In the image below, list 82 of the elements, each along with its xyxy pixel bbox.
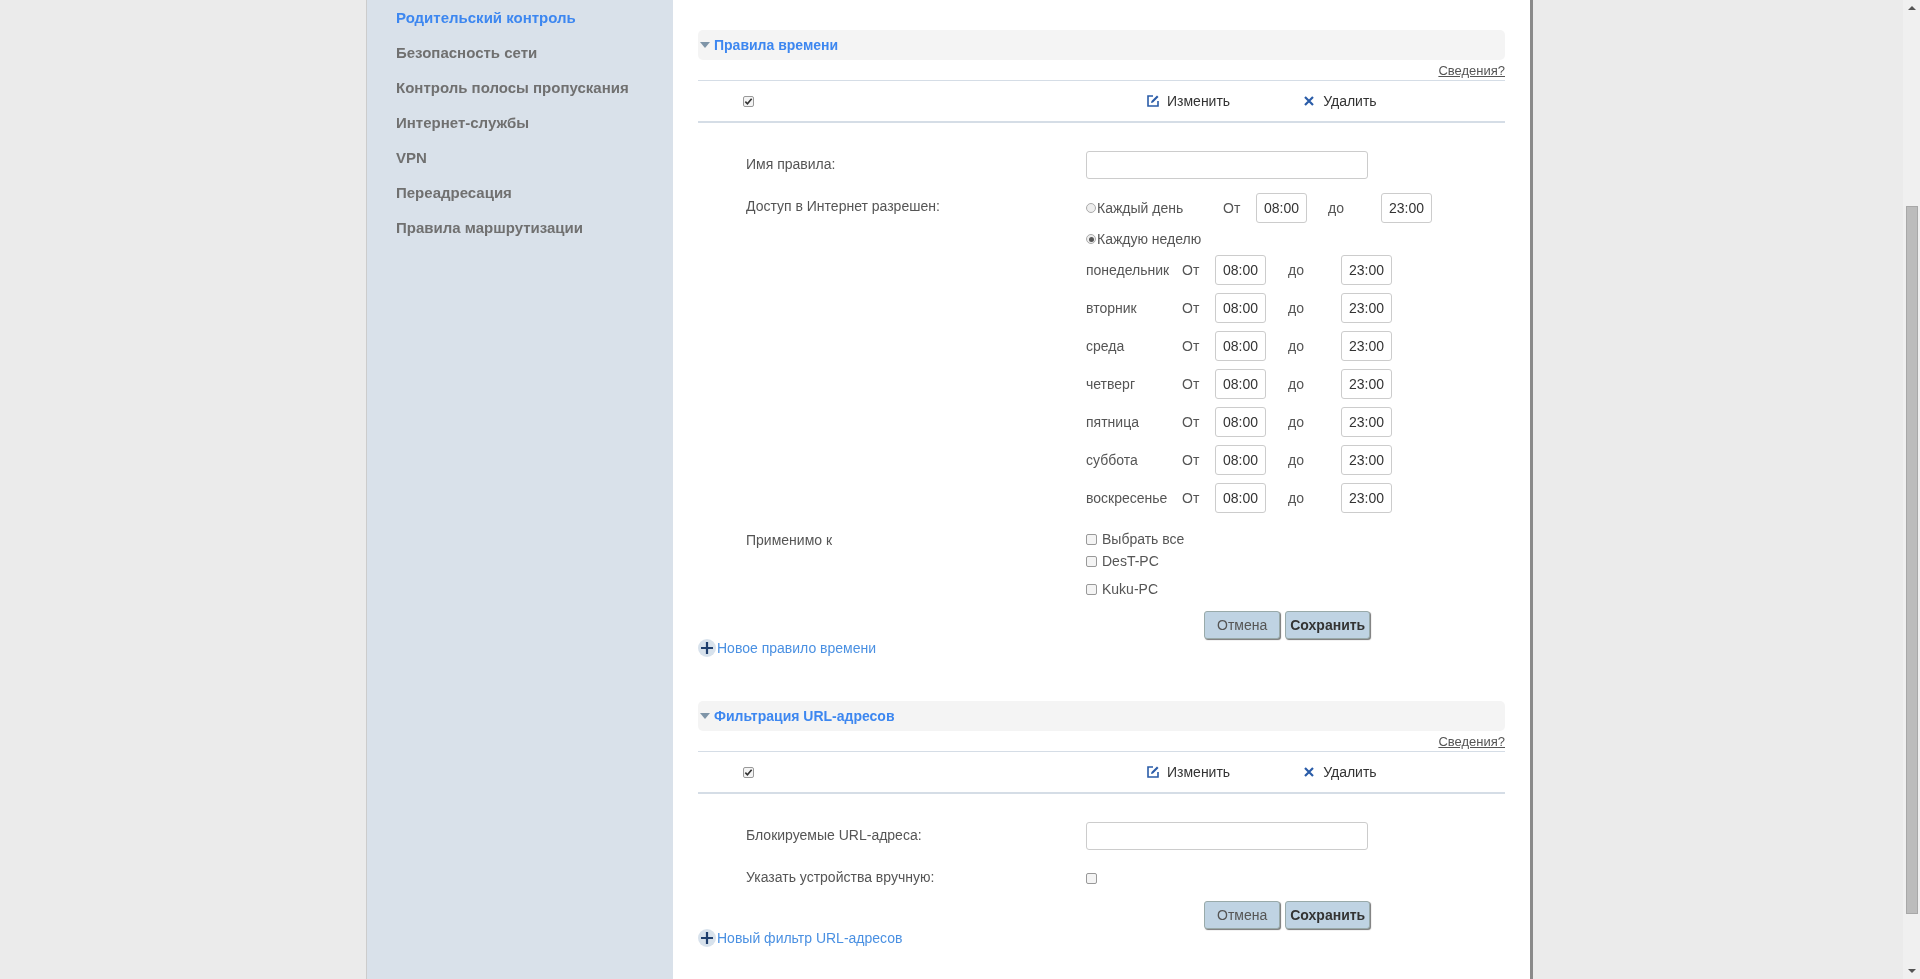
- time-field[interactable]: 08:00: [1215, 293, 1266, 323]
- sidebar-item[interactable]: Правила маршрутизации: [396, 216, 583, 239]
- to-label: до: [1288, 490, 1305, 506]
- time-field[interactable]: 23:00: [1341, 369, 1392, 399]
- time-field[interactable]: 23:00: [1341, 293, 1392, 323]
- checkbox[interactable]: [1086, 555, 1097, 567]
- time-field[interactable]: 23:00: [1341, 407, 1392, 437]
- time-field[interactable]: 08:00: [1215, 445, 1266, 475]
- info-link[interactable]: Сведения?: [1438, 734, 1505, 749]
- from-label: От: [1182, 376, 1201, 392]
- day-label: среда: [1086, 338, 1126, 354]
- time-field[interactable]: 08:00: [1215, 255, 1266, 285]
- time-field[interactable]: 23:00: [1341, 331, 1392, 361]
- field-label: Доступ в Интернет разрешен:: [746, 197, 941, 216]
- checkbox[interactable]: [1086, 873, 1097, 884]
- from-label: От: [1182, 414, 1201, 430]
- sidebar-item[interactable]: Безопасность сети: [396, 41, 538, 64]
- to-label: до: [1288, 300, 1305, 316]
- time-field[interactable]: 23:00: [1381, 193, 1432, 223]
- sidebar-item[interactable]: Контроль полосы пропускания: [396, 76, 629, 99]
- delete-button[interactable]: Удалить: [1302, 93, 1377, 109]
- select-all-checkbox[interactable]: [743, 96, 754, 107]
- checkbox-label: Kuku-PC: [1102, 581, 1159, 597]
- select-all-checkbox[interactable]: [743, 767, 754, 778]
- from-label: От: [1182, 262, 1201, 278]
- text-field[interactable]: [1086, 822, 1368, 850]
- checkbox[interactable]: [1086, 533, 1097, 545]
- field-label: Указать устройства вручную:: [746, 868, 936, 887]
- radio-button[interactable]: [1086, 203, 1096, 213]
- edit-button[interactable]: Изменить: [1146, 764, 1231, 780]
- time-field[interactable]: 23:00: [1341, 255, 1392, 285]
- day-label: понедельник: [1086, 262, 1171, 278]
- to-label: до: [1288, 262, 1305, 278]
- cancel-button[interactable]: Отмена: [1204, 901, 1281, 929]
- plus-icon: [698, 639, 716, 657]
- field-label: Применимо к: [746, 531, 834, 550]
- cancel-button[interactable]: Отмена: [1204, 611, 1281, 639]
- from-label: От: [1182, 452, 1201, 468]
- close-icon: [1302, 94, 1317, 108]
- save-button[interactable]: Сохранить: [1285, 901, 1371, 929]
- to-label: до: [1288, 338, 1305, 354]
- checkbox-label: DesT-PC: [1102, 553, 1159, 569]
- field-label: Имя правила:: [746, 155, 837, 174]
- day-label: пятница: [1086, 414, 1140, 430]
- radio-label: Каждый день: [1097, 200, 1184, 216]
- time-field[interactable]: 08:00: [1215, 483, 1266, 513]
- sidebar-item[interactable]: Переадресация: [396, 181, 512, 204]
- time-field[interactable]: 23:00: [1341, 445, 1392, 475]
- scrollbar[interactable]: [1903, 0, 1920, 979]
- sidebar-item[interactable]: Интернет-службы: [396, 111, 530, 134]
- save-button[interactable]: Сохранить: [1285, 611, 1371, 639]
- time-field[interactable]: 08:00: [1215, 331, 1266, 361]
- delete-button[interactable]: Удалить: [1302, 764, 1377, 780]
- edit-button[interactable]: Изменить: [1146, 93, 1231, 109]
- checkbox[interactable]: [1086, 583, 1097, 595]
- time-field[interactable]: 23:00: [1341, 483, 1392, 513]
- to-label: до: [1288, 452, 1305, 468]
- text-field[interactable]: [1086, 151, 1368, 179]
- radio-button[interactable]: [1086, 234, 1096, 244]
- field-label: Блокируемые URL-адреса:: [746, 826, 923, 845]
- edit-icon: [1146, 765, 1160, 779]
- from-label: От: [1223, 200, 1242, 216]
- plus-icon: [698, 929, 716, 947]
- checkbox-label: Выбрать все: [1102, 531, 1185, 547]
- from-label: От: [1182, 338, 1201, 354]
- time-field[interactable]: 08:00: [1215, 407, 1266, 437]
- time-field[interactable]: 08:00: [1215, 369, 1266, 399]
- day-label: четверг: [1086, 376, 1136, 392]
- radio-label: Каждую неделю: [1097, 231, 1202, 247]
- close-icon: [1302, 765, 1317, 779]
- day-label: суббота: [1086, 452, 1139, 468]
- sidebar-item[interactable]: VPN: [396, 146, 427, 169]
- to-label: до: [1328, 200, 1345, 216]
- from-label: От: [1182, 490, 1201, 506]
- day-label: воскресенье: [1086, 490, 1169, 506]
- info-link[interactable]: Сведения?: [1438, 63, 1505, 78]
- edit-icon: [1146, 94, 1160, 108]
- to-label: до: [1288, 376, 1305, 392]
- time-field[interactable]: 08:00: [1256, 193, 1307, 223]
- day-label: вторник: [1086, 300, 1138, 316]
- to-label: до: [1288, 414, 1305, 430]
- from-label: От: [1182, 300, 1201, 316]
